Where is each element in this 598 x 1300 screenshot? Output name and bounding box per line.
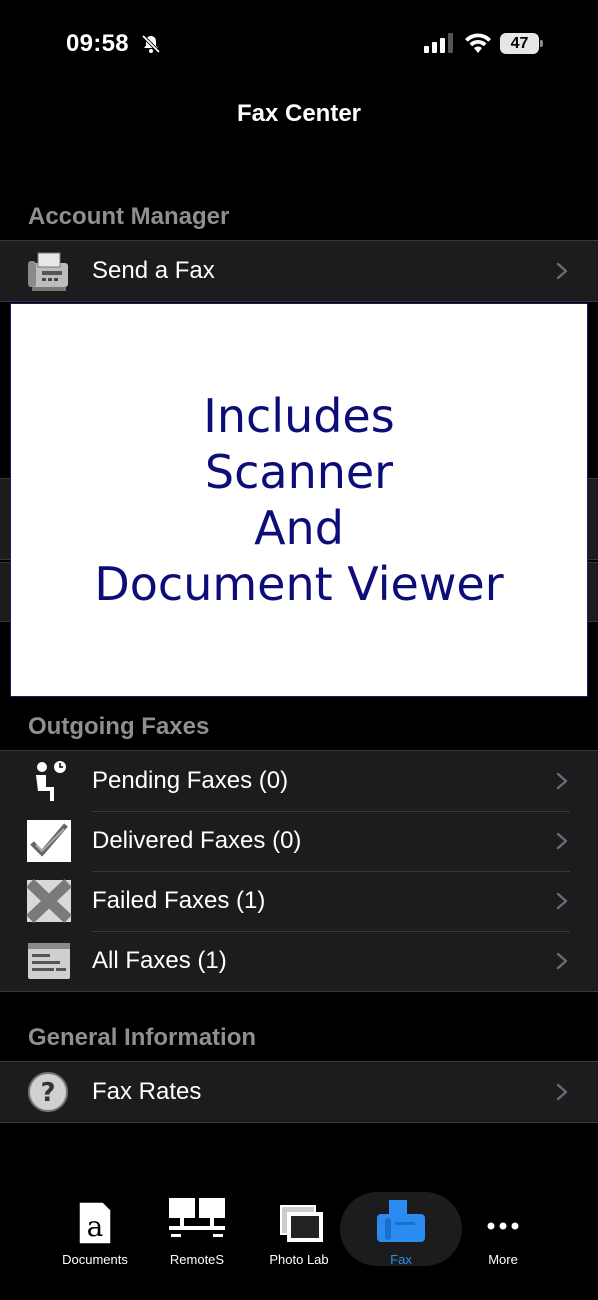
section-header-account: Account Manager [28, 203, 230, 230]
failed-faxes-label: Failed Faxes (1) [92, 887, 266, 914]
bell-slash-icon [141, 34, 161, 54]
failed-x-icon [26, 879, 72, 923]
general-group: ? Fax Rates [0, 1061, 598, 1123]
send-fax-label: Send a Fax [92, 257, 215, 284]
tab-label: Fax [390, 1252, 412, 1267]
list-icon [28, 943, 70, 979]
tab-bar: a Documents RemoteS Photo Lab Fax More [0, 1180, 598, 1300]
delivered-faxes-label: Delivered Faxes (0) [92, 827, 302, 854]
chevron-right-icon [556, 832, 568, 850]
wifi-icon [465, 33, 491, 53]
battery-indicator: 47 [500, 33, 544, 54]
network-icon [169, 1198, 225, 1237]
chevron-right-icon [556, 772, 568, 790]
pending-icon [36, 761, 66, 801]
pending-faxes-row[interactable]: Pending Faxes (0) [0, 751, 598, 811]
page-title: Fax Center [236, 100, 362, 127]
tab-remotes[interactable]: RemoteS [142, 1192, 252, 1272]
app-root: 09:58 47 Fax Center Account Manager Send… [0, 0, 598, 1300]
chevron-right-icon [556, 952, 568, 970]
pending-faxes-label: Pending Faxes (0) [92, 767, 289, 794]
promo-line: Includes [203, 389, 395, 443]
section-header-outgoing: Outgoing Faxes [28, 713, 210, 740]
chevron-right-icon [556, 262, 568, 280]
outgoing-group: Pending Faxes (0) Delivered Faxes (0) Fa… [0, 750, 598, 992]
promo-banner: Includes Scanner And Document Viewer [10, 303, 588, 697]
tab-label: Documents [62, 1252, 128, 1267]
tab-documents[interactable]: a Documents [40, 1192, 150, 1272]
status-bar: 09:58 47 [0, 0, 598, 88]
document-icon: a [78, 1201, 112, 1245]
battery-level: 47 [500, 33, 539, 54]
all-faxes-label: All Faxes (1) [92, 947, 227, 974]
send-fax-row[interactable]: Send a Fax [0, 241, 598, 301]
tab-label: More [488, 1252, 518, 1267]
section-header-general: General Information [28, 1024, 257, 1051]
svg-text:a: a [87, 1210, 104, 1243]
fax-icon [377, 1200, 425, 1242]
svg-text:?: ? [40, 1078, 55, 1108]
tab-fax[interactable]: Fax [346, 1192, 456, 1272]
fax-rates-row[interactable]: ? Fax Rates [0, 1062, 598, 1122]
checkmark-icon [27, 820, 71, 862]
promo-line: And [254, 501, 344, 555]
status-time: 09:58 [66, 30, 129, 57]
cellular-signal-icon [424, 33, 453, 53]
question-icon: ? [28, 1072, 68, 1112]
battery-cap [540, 40, 543, 47]
delivered-faxes-row[interactable]: Delivered Faxes (0) [0, 811, 598, 871]
more-icon [487, 1222, 519, 1230]
chevron-right-icon [556, 1083, 568, 1101]
failed-faxes-row[interactable]: Failed Faxes (1) [0, 871, 598, 931]
tab-photo-lab[interactable]: Photo Lab [244, 1192, 354, 1272]
photos-icon [280, 1205, 323, 1242]
tab-more[interactable]: More [448, 1192, 558, 1272]
all-faxes-row[interactable]: All Faxes (1) [0, 931, 598, 991]
account-group: Send a Fax [0, 240, 598, 302]
tab-label: Photo Lab [269, 1252, 329, 1267]
tab-label: RemoteS [169, 1252, 225, 1267]
chevron-right-icon [556, 892, 568, 910]
fax-rates-label: Fax Rates [92, 1078, 202, 1105]
promo-line: Document Viewer [94, 557, 504, 611]
fax-machine-icon [28, 252, 68, 291]
promo-line: Scanner [204, 445, 394, 499]
